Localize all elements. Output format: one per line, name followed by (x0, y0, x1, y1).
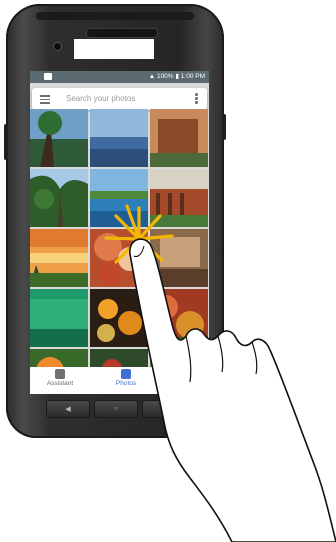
menu-icon[interactable] (40, 95, 50, 104)
clock: 1:00 (180, 73, 194, 80)
nav-tab-assistant-label: Assistant (46, 380, 74, 387)
clock-suffix: PM (195, 73, 205, 80)
nav-tab-assistant[interactable]: Assistant (30, 369, 90, 387)
earpiece (86, 28, 158, 38)
status-bar: ▲ 100% ▮ 1:00 PM (30, 71, 209, 83)
notification-icon (44, 73, 52, 80)
volume-button (4, 124, 8, 160)
phone-top-band (36, 12, 194, 20)
photo-thumbnail[interactable] (30, 169, 88, 227)
photo-thumbnail[interactable] (150, 109, 208, 167)
home-key-icon: ○ (113, 405, 119, 413)
battery-percent: 100% (156, 73, 174, 80)
overflow-menu-icon[interactable] (195, 93, 198, 105)
photo-thumbnail[interactable] (30, 289, 88, 347)
assistant-icon (55, 369, 65, 379)
battery-icon: ▮ (175, 73, 179, 80)
status-right: ▲ 100% ▮ 1:00 PM (149, 72, 205, 80)
pointing-hand-illustration (129, 238, 336, 542)
front-camera (53, 42, 62, 51)
back-key[interactable]: ◀ (46, 400, 90, 418)
phone-label-mask (74, 39, 154, 59)
power-button (222, 114, 226, 140)
photo-thumbnail[interactable] (30, 229, 88, 287)
signal-icon: ▲ (148, 73, 156, 80)
search-bar[interactable]: Search your photos (32, 88, 207, 110)
photo-thumbnail[interactable] (30, 109, 88, 167)
back-key-icon: ◀ (65, 406, 71, 413)
photo-thumbnail[interactable] (90, 109, 148, 167)
search-input[interactable]: Search your photos (66, 94, 135, 103)
